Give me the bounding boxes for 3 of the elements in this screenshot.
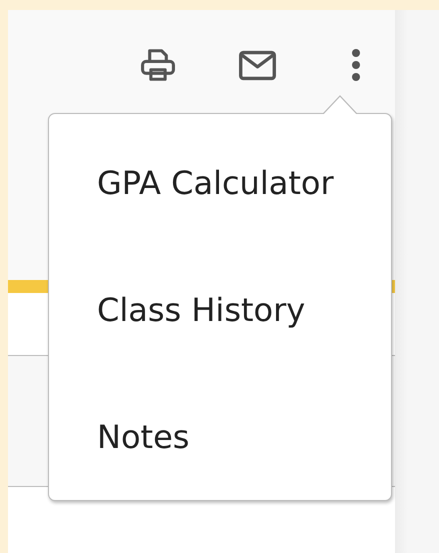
menu-item[interactable]: GPA Calculator [97, 164, 334, 202]
menu-item[interactable]: Notes [97, 418, 190, 456]
menu-item[interactable]: Class History [97, 290, 306, 328]
